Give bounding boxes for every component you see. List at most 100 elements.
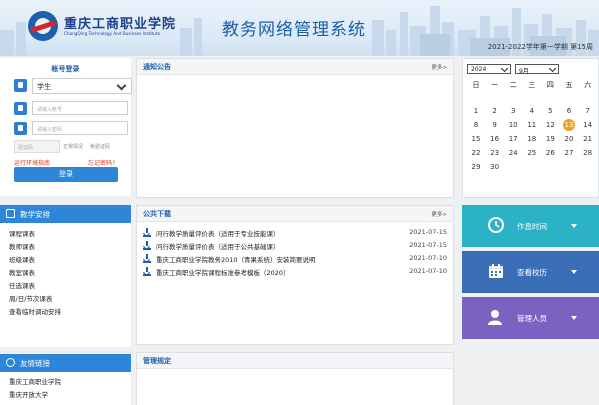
- downloads-more-link[interactable]: 更多>: [431, 210, 447, 218]
- rules-head: 管理规定: [137, 353, 453, 369]
- calendar-day[interactable]: 27: [560, 147, 578, 159]
- login-title: 帐号登录: [51, 65, 80, 73]
- download-title[interactable]: 问行教学质量评价表（适用于公共基础课）: [156, 241, 280, 251]
- rules-panel: 管理规定: [136, 352, 454, 405]
- env-guide-link[interactable]: 运行环境指南: [14, 158, 50, 167]
- role-select[interactable]: 学生: [32, 78, 132, 94]
- calendar-widget: 2024 9月 日一二三四五六 1 2 3 4 5 6 7 8 9 10 11 12 13 14 15 16 17…: [462, 58, 599, 198]
- calendar-day[interactable]: 22: [467, 147, 485, 159]
- calendar-today-marker: 13: [563, 119, 575, 131]
- download-icon-base: [143, 261, 151, 263]
- caret-down-icon: [571, 316, 577, 320]
- calendar-day[interactable]: 18: [523, 133, 541, 145]
- tile-calendar[interactable]: 查看校历: [462, 251, 599, 293]
- download-item[interactable]: 重庆工商职业学院课程标准参考模板（2020） 2021-07-10: [143, 266, 447, 277]
- calendar-day[interactable]: 20: [560, 133, 578, 145]
- user-icon: [14, 102, 27, 115]
- teaching-title: 教学安排: [20, 210, 50, 219]
- calendar-day[interactable]: 28: [579, 147, 597, 159]
- notices-more-link[interactable]: 更多>: [431, 63, 447, 71]
- teaching-item-course[interactable]: 课程课表: [9, 228, 35, 238]
- calendar-day[interactable]: 15: [467, 133, 485, 145]
- calendar-day[interactable]: 13: [560, 119, 578, 131]
- tile-label: 查看校历: [517, 268, 547, 277]
- calendar-day[interactable]: 9: [486, 119, 504, 131]
- notices-panel: 通知公告 更多>: [136, 58, 454, 198]
- site-title: 教务网络管理系统: [222, 20, 366, 40]
- year-select[interactable]: 2024: [467, 64, 511, 74]
- calendar-day[interactable]: 24: [504, 147, 522, 159]
- caret-down-icon: [571, 270, 577, 274]
- captcha-image[interactable]: 免验证码: [90, 143, 110, 150]
- calendar-day[interactable]: 3: [504, 105, 522, 117]
- notices-title: 通知公告: [143, 63, 171, 71]
- caret-down-icon: [571, 224, 577, 228]
- link-item-college[interactable]: 重庆工商职业学院: [9, 376, 61, 386]
- school-logo[interactable]: 重庆工商职业学院 ChongQing Technology And Busine…: [28, 11, 175, 41]
- calendar-day[interactable]: 7: [579, 105, 597, 117]
- teaching-list: 课程课表 教师课表 班级课表 教室课表 任选课表 周/日/节次课表 查看临时调动…: [0, 223, 131, 347]
- download-item[interactable]: 问行教学质量评价表（适用于公共基础课） 2021-07-15: [143, 240, 447, 251]
- calendar-day[interactable]: 5: [541, 105, 559, 117]
- download-item[interactable]: 重庆工商职业学院教务2010（青果系统）安装简要说明 2021-07-10: [143, 253, 447, 264]
- rules-title: 管理规定: [143, 357, 171, 365]
- calendar-day[interactable]: 14: [579, 119, 597, 131]
- calendar-weekday: 四: [546, 81, 554, 89]
- forgot-password-link[interactable]: 忘记密码?: [88, 158, 115, 167]
- user-icon: [488, 310, 504, 325]
- download-title[interactable]: 问行教学质量评价表（适用于专业技能课）: [156, 228, 280, 238]
- teaching-item-period[interactable]: 周/日/节次课表: [9, 293, 52, 303]
- calendar-day[interactable]: 26: [541, 147, 559, 159]
- book-icon: [6, 209, 15, 218]
- download-date: 2021-07-10: [409, 267, 447, 275]
- calendar-day[interactable]: 21: [579, 133, 597, 145]
- month-select[interactable]: 9月: [515, 64, 559, 75]
- download-title[interactable]: 重庆工商职业学院课程标准参考模板（2020）: [156, 267, 290, 277]
- calendar-day[interactable]: 4: [523, 105, 541, 117]
- calendar-day[interactable]: 23: [486, 147, 504, 159]
- password-input[interactable]: 请输入密码: [32, 121, 128, 135]
- tile-label: 管理人员: [517, 314, 547, 323]
- teaching-item-elective[interactable]: 任选课表: [9, 280, 35, 290]
- teaching-item-teacher[interactable]: 教师课表: [9, 241, 35, 251]
- links-list: 重庆工商职业学院 重庆开放大学: [0, 372, 131, 405]
- calendar-day[interactable]: 6: [560, 105, 578, 117]
- calendar-day[interactable]: 19: [541, 133, 559, 145]
- download-icon-base: [143, 248, 151, 250]
- calendar-day[interactable]: 17: [504, 133, 522, 145]
- download-icon-base: [143, 235, 151, 237]
- role-value: 学生: [37, 83, 51, 91]
- calendar-day[interactable]: 16: [486, 133, 504, 145]
- notices-head: 通知公告 更多>: [137, 59, 453, 75]
- download-item[interactable]: 问行教学质量评价表（适用于专业技能课） 2021-07-15: [143, 227, 447, 238]
- calendar-day[interactable]: 29: [467, 161, 485, 173]
- chevron-down-icon: [548, 64, 557, 73]
- calendar-day[interactable]: 11: [523, 119, 541, 131]
- calendar-weekday: 三: [528, 81, 536, 89]
- tile-staff[interactable]: 管理人员: [462, 297, 599, 339]
- lock-icon: [14, 122, 27, 135]
- calendar-day[interactable]: 25: [523, 147, 541, 159]
- tile-schedule[interactable]: 作息时间: [462, 205, 599, 247]
- calendar-day[interactable]: 8: [467, 119, 485, 131]
- tile-label: 作息时间: [517, 222, 547, 231]
- calendar-day[interactable]: 1: [467, 105, 485, 117]
- link-icon: [6, 358, 15, 367]
- calendar-day[interactable]: 30: [486, 161, 504, 173]
- download-title[interactable]: 重庆工商职业学院教务2010（青果系统）安装简要说明: [156, 254, 316, 264]
- calendar-weekday: 六: [584, 81, 592, 89]
- teaching-item-class[interactable]: 班级课表: [9, 254, 35, 264]
- links-title: 友情链接: [20, 359, 50, 368]
- download-date: 2021-07-10: [409, 254, 447, 262]
- link-item-open-univ[interactable]: 重庆开放大学: [9, 389, 48, 399]
- teaching-item-adjust[interactable]: 查看临时调动安排: [9, 306, 61, 316]
- login-button[interactable]: 登录: [14, 167, 118, 182]
- calendar-day[interactable]: 2: [486, 105, 504, 117]
- page-header: 重庆工商职业学院 ChongQing Technology And Busine…: [0, 0, 599, 56]
- teaching-item-room[interactable]: 教室课表: [9, 267, 35, 277]
- captcha-input[interactable]: 验证码: [14, 140, 60, 153]
- account-input[interactable]: 请输入帐号: [32, 101, 128, 115]
- calendar-day[interactable]: 12: [541, 119, 559, 131]
- calendar-day[interactable]: 10: [504, 119, 522, 131]
- year-value: 2024: [471, 66, 487, 73]
